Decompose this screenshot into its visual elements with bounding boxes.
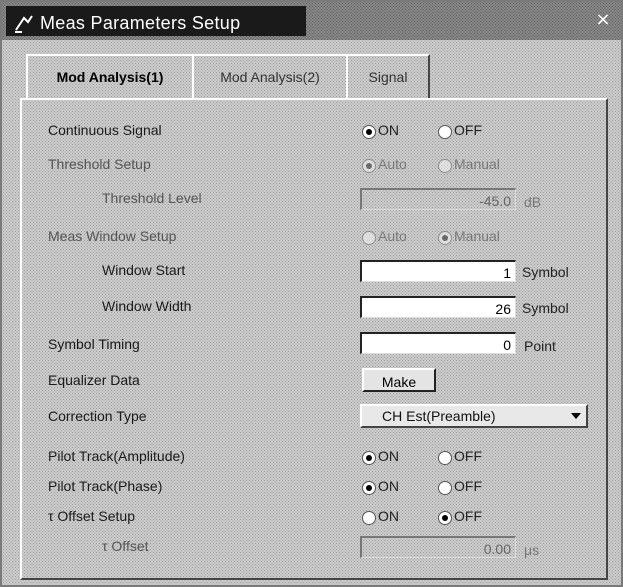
tab-mod-analysis-1[interactable]: Mod Analysis(1) [26, 54, 194, 98]
radio-dot-checked-icon [362, 481, 376, 495]
symbol-timing-field[interactable]: 0 [360, 332, 516, 354]
tau-offset-setup-label: τ Offset Setup [48, 508, 135, 524]
threshold-level-field: -45.0 [360, 188, 516, 210]
window-width-unit: Symbol [522, 300, 569, 316]
radio-dot-icon [438, 125, 452, 139]
radio-dot-checked-icon [362, 159, 376, 173]
radio-dot-icon [438, 159, 452, 173]
correction-type-select[interactable]: CH Est(Preamble) [360, 404, 588, 428]
equalizer-data-label: Equalizer Data [48, 372, 140, 388]
symbol-timing-unit: Point [524, 338, 556, 354]
radio-dot-icon [362, 511, 376, 525]
window-width-label: Window Width [102, 298, 192, 314]
threshold-level-unit: dB [524, 194, 542, 210]
radio-dot-checked-icon [438, 511, 452, 525]
threshold-level-label: Threshold Level [102, 190, 202, 206]
radio-dot-icon [438, 481, 452, 495]
correction-type-value: CH Est(Preamble) [382, 408, 496, 424]
tab-mod-analysis-2[interactable]: Mod Analysis(2) [192, 54, 348, 98]
threshold-setup-label: Threshold Setup [48, 156, 151, 172]
title-bar[interactable]: Meas Parameters Setup × [2, 2, 621, 40]
radio-dot-icon [438, 451, 452, 465]
window-start-field[interactable]: 1 [360, 260, 516, 282]
make-button[interactable]: Make [362, 368, 436, 392]
window-width-field[interactable]: 26 [360, 296, 516, 318]
tau-offset-field: 0.00 [360, 536, 516, 558]
title-strip: Meas Parameters Setup [6, 6, 306, 36]
continuous-signal-label: Continuous Signal [48, 122, 162, 138]
window-start-label: Window Start [102, 262, 186, 278]
meas-window-setup-label: Meas Window Setup [48, 228, 177, 244]
meas-parameters-dialog: Meas Parameters Setup × Mod Analysis(1) … [0, 0, 623, 587]
radio-dot-checked-icon [362, 451, 376, 465]
chevron-down-icon [571, 413, 581, 419]
tab-signal[interactable]: Signal [346, 54, 430, 98]
radio-dot-icon [362, 231, 376, 245]
window-title: Meas Parameters Setup [40, 13, 241, 33]
pilot-track-amplitude-label: Pilot Track(Amplitude) [48, 448, 185, 464]
window-start-unit: Symbol [522, 264, 569, 280]
tau-offset-unit: μs [524, 542, 540, 558]
radio-dot-checked-icon [438, 231, 452, 245]
close-button[interactable]: × [593, 10, 613, 30]
correction-type-label: Correction Type [48, 408, 147, 424]
pilot-track-phase-label: Pilot Track(Phase) [48, 478, 163, 494]
tau-offset-label: τ Offset [102, 538, 149, 554]
radio-dot-checked-icon [362, 125, 376, 139]
app-icon [15, 15, 33, 33]
symbol-timing-label: Symbol Timing [48, 336, 140, 352]
